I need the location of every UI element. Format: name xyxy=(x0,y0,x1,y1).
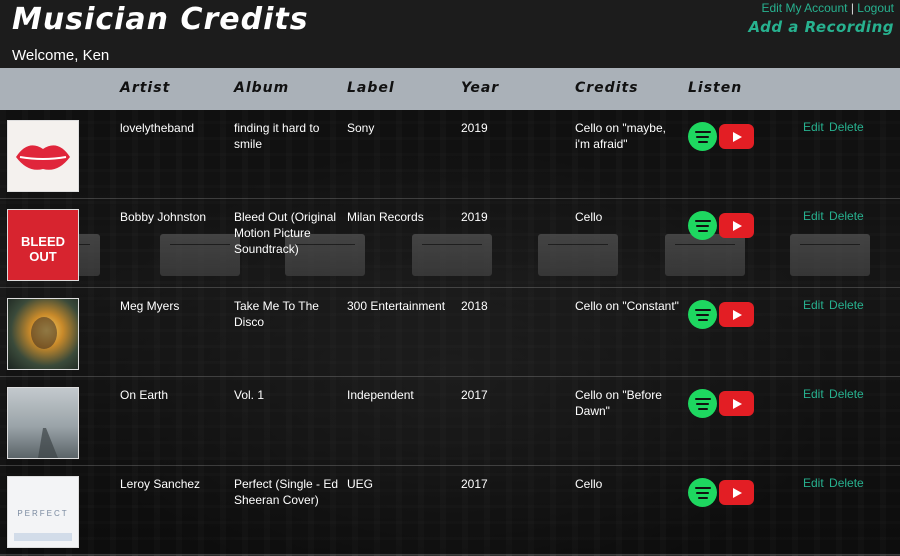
credits-cell: Cello on "Before Dawn" xyxy=(575,388,662,418)
table-row: On Earth Vol. 1 Independent 2017 Cello o… xyxy=(0,377,900,466)
delete-link[interactable]: Delete xyxy=(829,120,864,134)
edit-link[interactable]: Edit xyxy=(803,209,824,223)
column-header-year: Year xyxy=(461,80,500,96)
edit-account-link[interactable]: Edit My Account xyxy=(761,1,847,15)
spotify-icon[interactable] xyxy=(688,122,717,151)
album-cover xyxy=(7,298,79,370)
year-cell: 2017 xyxy=(461,388,488,402)
youtube-icon[interactable] xyxy=(719,302,754,327)
label-cell: 300 Entertainment xyxy=(347,299,446,313)
link-separator: | xyxy=(850,1,854,15)
delete-link[interactable]: Delete xyxy=(829,476,864,490)
table-row: PERFECT Leroy Sanchez Perfect (Single - … xyxy=(0,466,900,555)
year-cell: 2017 xyxy=(461,477,488,491)
welcome-message: Welcome, Ken xyxy=(12,47,110,64)
spotify-icon[interactable] xyxy=(688,478,717,507)
year-cell: 2019 xyxy=(461,121,488,135)
delete-link[interactable]: Delete xyxy=(829,387,864,401)
youtube-icon[interactable] xyxy=(719,391,754,416)
label-cell: Sony xyxy=(347,121,375,135)
artist-cell: On Earth xyxy=(120,388,169,402)
label-cell: UEG xyxy=(347,477,374,491)
credits-cell: Cello xyxy=(575,477,603,491)
column-header-credits: Credits xyxy=(575,80,639,96)
row-actions: Edit Delete xyxy=(803,209,866,223)
portrait-art-icon xyxy=(31,317,57,349)
edit-link[interactable]: Edit xyxy=(803,387,824,401)
youtube-icon[interactable] xyxy=(719,213,754,238)
edit-link[interactable]: Edit xyxy=(803,298,824,312)
add-recording-link[interactable]: Add a Recording xyxy=(748,18,894,36)
column-header-listen: Listen xyxy=(688,80,743,96)
delete-link[interactable]: Delete xyxy=(829,298,864,312)
row-actions: Edit Delete xyxy=(803,120,866,134)
credits-cell: Cello on "maybe, i'm afraid" xyxy=(575,121,666,151)
label-cell: Independent xyxy=(347,388,414,402)
label-cell: Milan Records xyxy=(347,210,424,224)
year-cell: 2018 xyxy=(461,299,488,313)
album-cover xyxy=(7,387,79,459)
site-title: Musician Credits xyxy=(12,2,309,37)
column-header-album: Album xyxy=(234,80,290,96)
album-cell: Perfect (Single - Ed Sheeran Cover) xyxy=(234,477,339,507)
row-actions: Edit Delete xyxy=(803,476,866,490)
delete-link[interactable]: Delete xyxy=(829,209,864,223)
youtube-icon[interactable] xyxy=(719,480,754,505)
album-cover: BLEED OUT xyxy=(7,209,79,281)
account-links: Edit My Account | Logout xyxy=(761,1,894,15)
artist-cell: Bobby Johnston xyxy=(120,210,207,224)
lips-art-icon xyxy=(16,145,70,170)
spotify-icon[interactable] xyxy=(688,211,717,240)
column-header-label: Label xyxy=(347,80,395,96)
edit-link[interactable]: Edit xyxy=(803,120,824,134)
album-cell: Bleed Out (Original Motion Picture Sound… xyxy=(234,210,337,256)
youtube-icon[interactable] xyxy=(719,124,754,149)
table-row: lovelytheband finding it hard to smile S… xyxy=(0,110,900,199)
column-header-artist: Artist xyxy=(120,80,171,96)
site-header: Musician Credits Welcome, Ken Edit My Ac… xyxy=(0,0,900,68)
album-cell: finding it hard to smile xyxy=(234,121,320,151)
cover-title: PERFECT xyxy=(17,509,69,518)
artist-cell: Leroy Sanchez xyxy=(120,477,201,491)
artist-cell: Meg Myers xyxy=(120,299,180,313)
row-actions: Edit Delete xyxy=(803,387,866,401)
spotify-icon[interactable] xyxy=(688,389,717,418)
credits-cell: Cello on "Constant" xyxy=(575,299,679,313)
year-cell: 2019 xyxy=(461,210,488,224)
road-art-icon xyxy=(38,428,58,458)
table-row: BLEED OUT Bobby Johnston Bleed Out (Orig… xyxy=(0,199,900,288)
table-header: Artist Album Label Year Credits Listen xyxy=(0,68,900,110)
credits-cell: Cello xyxy=(575,210,603,224)
logout-link[interactable]: Logout xyxy=(857,1,894,15)
table-row: Meg Myers Take Me To The Disco 300 Enter… xyxy=(0,288,900,377)
cover-title: BLEED OUT xyxy=(20,234,66,264)
spotify-icon[interactable] xyxy=(688,300,717,329)
album-cell: Vol. 1 xyxy=(234,388,265,402)
album-cover: PERFECT xyxy=(7,476,79,548)
row-actions: Edit Delete xyxy=(803,298,866,312)
artist-cell: lovelytheband xyxy=(120,121,195,135)
album-cell: Take Me To The Disco xyxy=(234,299,319,329)
edit-link[interactable]: Edit xyxy=(803,476,824,490)
album-cover xyxy=(7,120,79,192)
